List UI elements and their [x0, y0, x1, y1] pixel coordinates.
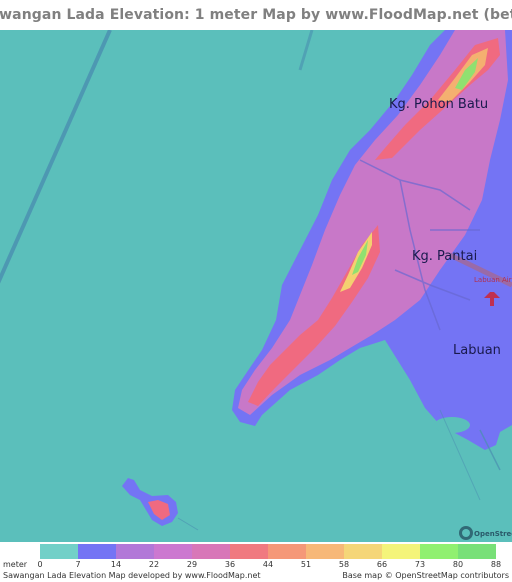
map-canvas: Kg. Pohon Batu Kg. Pantai Labuan Labuan …	[0, 30, 512, 542]
legend-tick: 44	[262, 560, 274, 569]
legend-tick: 0	[37, 560, 43, 569]
credit-right: Base map © OpenStreetMap contributors	[342, 571, 509, 580]
credits: Sawangan Lada Elevation Map developed by…	[0, 571, 512, 582]
legend-tick: 66	[376, 560, 388, 569]
osm-logo-text: OpenStreetMap	[474, 530, 512, 538]
legend-swatch	[420, 544, 458, 559]
legend-swatch	[192, 544, 230, 559]
legend-tick: 22	[148, 560, 160, 569]
legend-swatch	[78, 544, 116, 559]
legend-swatch	[116, 544, 154, 559]
legend-swatch	[268, 544, 306, 559]
place-label-labuan-air: Labuan Air	[474, 276, 512, 284]
place-label-kg-pohon-batu: Kg. Pohon Batu	[389, 97, 488, 112]
bay	[434, 417, 470, 433]
place-label-labuan: Labuan	[453, 343, 501, 358]
elevation-map[interactable]: Kg. Pohon Batu Kg. Pantai Labuan Labuan …	[0, 30, 512, 542]
legend-tick: 88	[490, 560, 502, 569]
legend-tick: 80	[452, 560, 464, 569]
legend-swatch	[230, 544, 268, 559]
legend-swatch	[154, 544, 192, 559]
legend-swatch	[382, 544, 420, 559]
legend-tick: 14	[110, 560, 122, 569]
legend-swatch	[344, 544, 382, 559]
legend-ticks: 0 7 14 22 29 36 44 51 58 66 73 80 88	[0, 560, 512, 571]
legend-swatch	[458, 544, 496, 559]
legend-tick: 58	[338, 560, 350, 569]
legend-tick: 36	[224, 560, 236, 569]
legend-tick: 7	[75, 560, 81, 569]
legend-swatch	[306, 544, 344, 559]
credit-left: Sawangan Lada Elevation Map developed by…	[3, 571, 261, 580]
map-title: Sawangan Lada Elevation: 1 meter Map by …	[0, 7, 512, 23]
legend-swatches	[40, 544, 496, 559]
legend-tick: 73	[414, 560, 426, 569]
legend-swatch	[40, 544, 78, 559]
elevation-legend: meter 0 7 14 22 29 36 44 51 58 66 73 80 88 Sawangan …	[0, 542, 512, 582]
legend-tick: 51	[300, 560, 312, 569]
place-label-kg-pantai: Kg. Pantai	[412, 249, 477, 264]
header: Sawangan Lada Elevation: 1 meter Map by …	[0, 0, 512, 30]
legend-tick: 29	[186, 560, 198, 569]
